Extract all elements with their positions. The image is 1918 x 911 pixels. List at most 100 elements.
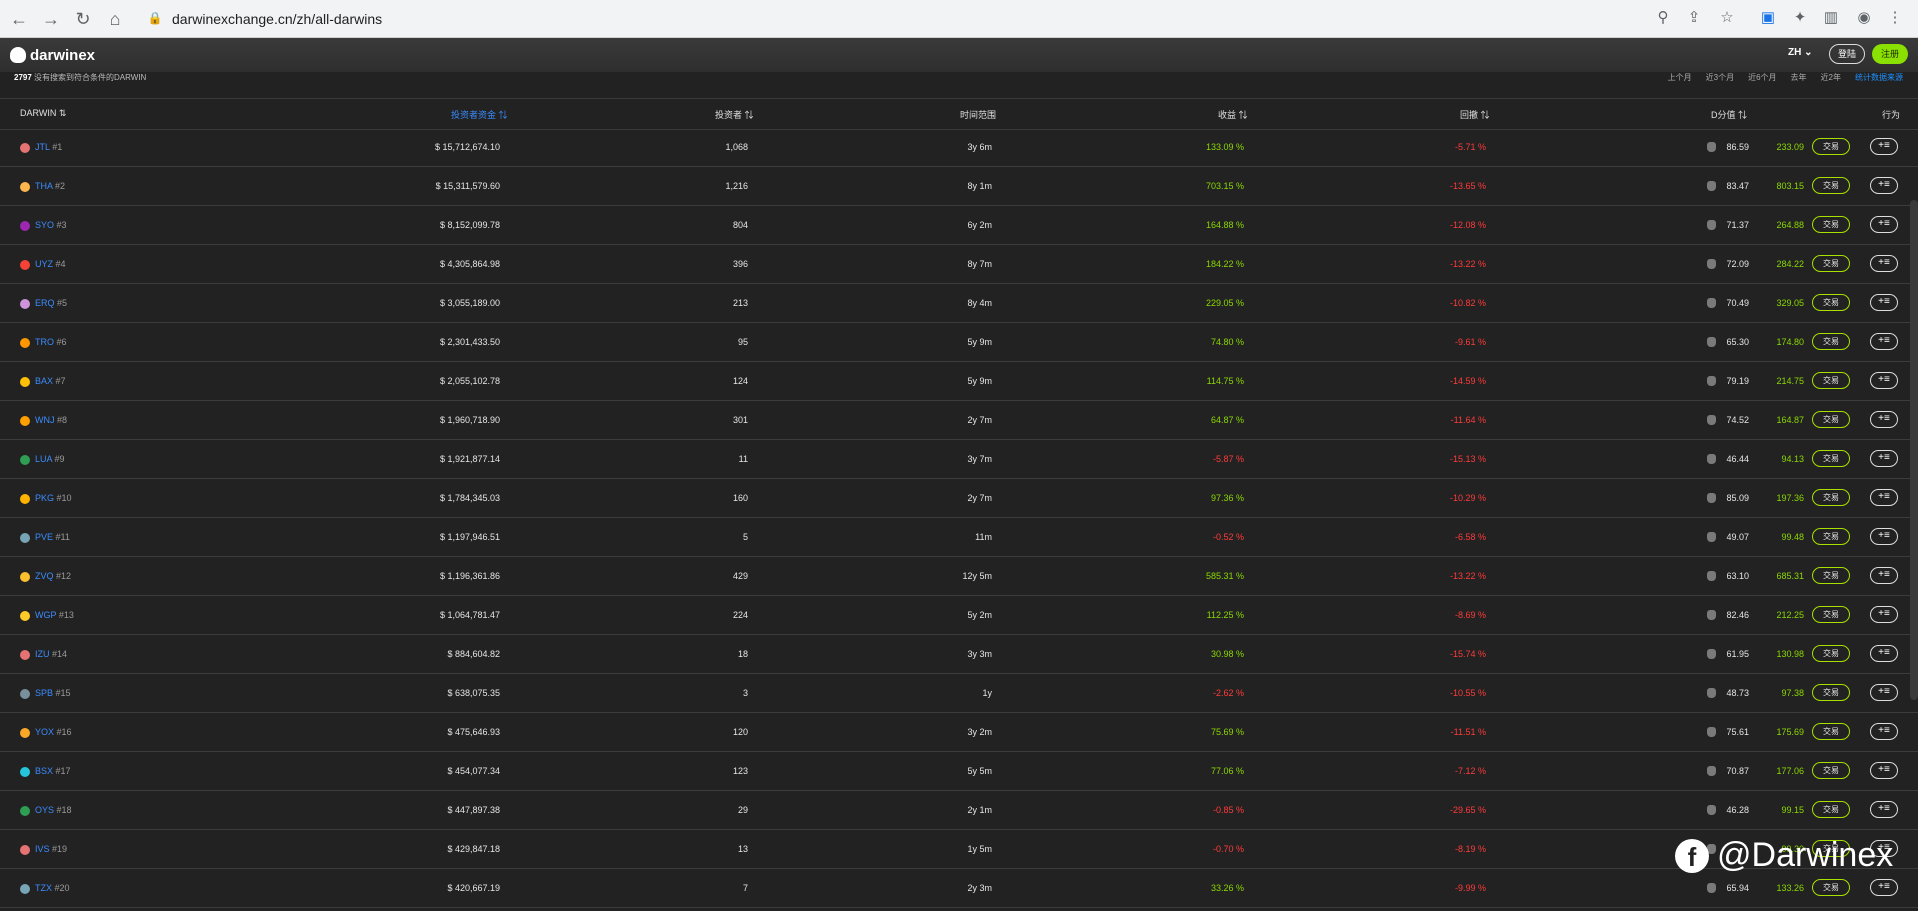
add-to-list-button[interactable]: +≡ [1870, 684, 1898, 701]
add-to-list-button[interactable]: +≡ [1870, 216, 1898, 233]
trade-button[interactable]: 交易 [1812, 294, 1850, 311]
add-to-list-button[interactable]: +≡ [1870, 528, 1898, 545]
trade-button[interactable]: 交易 [1812, 879, 1850, 896]
darwin-name-link[interactable]: JTL #1 [35, 142, 62, 152]
scrollbar[interactable] [1910, 200, 1918, 700]
table-row[interactable]: IVS #19 $ 429,847.18 13 1y 5m -0.70 % -8.19 %… [0, 830, 1918, 869]
add-to-list-button[interactable]: +≡ [1870, 333, 1898, 350]
col-capital[interactable]: 投资者资金 ⇅ [451, 108, 508, 121]
add-to-list-button[interactable]: +≡ [1870, 372, 1898, 389]
darwin-name-link[interactable]: SPB #15 [35, 688, 71, 698]
table-row[interactable]: JTL #1 $ 15,712,674.10 1,068 3y 6m 133.09 % -… [0, 128, 1918, 167]
profile-avatar-icon[interactable]: ◉ [1853, 7, 1875, 29]
trade-button[interactable]: 交易 [1812, 684, 1850, 701]
login-button[interactable]: 登陆 [1829, 44, 1865, 64]
trade-button[interactable]: 交易 [1812, 177, 1850, 194]
table-row[interactable]: WNJ #8 $ 1,960,718.90 301 2y 7m 64.87 % -11.6… [0, 401, 1918, 440]
table-row[interactable]: TRO #6 $ 2,301,433.50 95 5y 9m 74.80 % -9.61 … [0, 323, 1918, 362]
add-to-list-button[interactable]: +≡ [1870, 879, 1898, 896]
table-row[interactable]: PVE #11 $ 1,197,946.51 5 11m -0.52 % -6.58 % 4… [0, 518, 1918, 557]
forward-icon[interactable]: → [38, 6, 64, 32]
trade-button[interactable]: 交易 [1812, 489, 1850, 506]
period-last-year[interactable]: 去年 [1791, 72, 1807, 83]
add-to-list-button[interactable]: +≡ [1870, 177, 1898, 194]
add-to-list-button[interactable]: +≡ [1870, 645, 1898, 662]
stats-source-link[interactable]: 统计数据来源 [1855, 72, 1903, 83]
trade-button[interactable]: 交易 [1812, 723, 1850, 740]
table-row[interactable]: SPB #15 $ 638,075.35 3 1y -2.62 % -10.55 % 48.… [0, 674, 1918, 713]
add-to-list-button[interactable]: +≡ [1870, 762, 1898, 779]
trade-button[interactable]: 交易 [1812, 762, 1850, 779]
period-3-months[interactable]: 近3个月 [1706, 72, 1734, 83]
col-investors[interactable]: 投资者 ⇅ [715, 108, 754, 121]
table-row[interactable]: ERQ #5 $ 3,055,189.00 213 8y 4m 229.05 % -10.… [0, 284, 1918, 323]
language-selector[interactable]: ZH ⌄ [1788, 47, 1813, 58]
darwin-name-link[interactable]: WNJ #8 [35, 415, 67, 425]
trade-button[interactable]: 交易 [1812, 216, 1850, 233]
table-row[interactable]: LUA #9 $ 1,921,877.14 11 3y 7m -5.87 % -15.13… [0, 440, 1918, 479]
darwin-name-link[interactable]: UYZ #4 [35, 259, 66, 269]
add-to-list-button[interactable]: +≡ [1870, 606, 1898, 623]
add-to-list-button[interactable]: +≡ [1870, 255, 1898, 272]
trade-button[interactable]: 交易 [1812, 645, 1850, 662]
col-dscore[interactable]: D分值 ⇅ [1711, 108, 1747, 121]
darwin-name-link[interactable]: ZVQ #12 [35, 571, 71, 581]
trade-button[interactable]: 交易 [1812, 411, 1850, 428]
home-icon[interactable]: ⌂ [102, 6, 128, 32]
darwin-name-link[interactable]: IVS #19 [35, 844, 67, 854]
table-row[interactable]: TZX #20 $ 420,667.19 7 2y 3m 33.26 % -9.99 % 6… [0, 869, 1918, 908]
darwin-name-link[interactable]: THA #2 [35, 181, 65, 191]
add-to-list-button[interactable]: +≡ [1870, 294, 1898, 311]
period-2-years[interactable]: 近2年 [1821, 72, 1841, 83]
add-to-list-button[interactable]: +≡ [1870, 450, 1898, 467]
add-to-list-button[interactable]: +≡ [1870, 411, 1898, 428]
darwin-name-link[interactable]: BAX #7 [35, 376, 66, 386]
back-icon[interactable]: ← [6, 6, 32, 32]
table-row[interactable]: BSX #17 $ 454,077.34 123 5y 5m 77.06 % -7.12 … [0, 752, 1918, 791]
reload-icon[interactable]: ↻ [70, 6, 96, 32]
darwin-name-link[interactable]: ERQ #5 [35, 298, 67, 308]
zoom-icon[interactable]: ⚲ [1652, 7, 1674, 29]
add-to-list-button[interactable]: +≡ [1870, 723, 1898, 740]
darwinex-logo[interactable]: darwinex [10, 45, 95, 65]
trade-button[interactable]: 交易 [1812, 606, 1850, 623]
table-row[interactable]: BAX #7 $ 2,055,102.78 124 5y 9m 114.75 % -14.… [0, 362, 1918, 401]
url-text[interactable]: darwinexchange.cn/zh/all-darwins [172, 11, 382, 27]
table-row[interactable]: YOX #16 $ 475,646.93 120 3y 2m 75.69 % -11.51… [0, 713, 1918, 752]
darwin-name-link[interactable]: LUA #9 [35, 454, 65, 464]
add-to-list-button[interactable]: +≡ [1870, 801, 1898, 818]
trade-button[interactable]: 交易 [1812, 255, 1850, 272]
trade-button[interactable]: 交易 [1812, 372, 1850, 389]
table-row[interactable]: ZVQ #12 $ 1,196,361.86 429 12y 5m 585.31 % -1… [0, 557, 1918, 596]
signup-button[interactable]: 注册 [1872, 44, 1908, 64]
trade-button[interactable]: 交易 [1812, 333, 1850, 350]
darwin-name-link[interactable]: PKG #10 [35, 493, 72, 503]
darwin-name-link[interactable]: TRO #6 [35, 337, 67, 347]
table-row[interactable]: PKG #10 $ 1,784,345.03 160 2y 7m 97.36 % -10.… [0, 479, 1918, 518]
share-icon[interactable]: ⇪ [1683, 7, 1705, 29]
translate-icon[interactable]: ▣ [1757, 7, 1779, 29]
darwin-name-link[interactable]: TZX #20 [35, 883, 70, 893]
add-to-list-button[interactable]: +≡ [1870, 138, 1898, 155]
darwin-name-link[interactable]: IZU #14 [35, 649, 67, 659]
col-return[interactable]: 收益 ⇅ [1218, 108, 1248, 121]
sidepanel-icon[interactable]: ▥ [1820, 7, 1842, 29]
table-row[interactable]: THA #2 $ 15,311,579.60 1,216 8y 1m 703.15 % -… [0, 167, 1918, 206]
darwin-name-link[interactable]: WGP #13 [35, 610, 74, 620]
table-row[interactable]: WGP #13 $ 1,064,781.47 224 5y 2m 112.25 % -8.… [0, 596, 1918, 635]
menu-kebab-icon[interactable]: ⋮ [1884, 7, 1906, 29]
add-to-list-button[interactable]: +≡ [1870, 489, 1898, 506]
trade-button[interactable]: 交易 [1812, 801, 1850, 818]
period-last-month[interactable]: 上个月 [1668, 72, 1692, 83]
extensions-icon[interactable]: ✦ [1789, 7, 1811, 29]
table-row[interactable]: SYO #3 $ 8,152,099.78 804 6y 2m 164.88 % -12.… [0, 206, 1918, 245]
darwin-name-link[interactable]: YOX #16 [35, 727, 72, 737]
table-row[interactable]: UYZ #4 $ 4,305,864.98 396 8y 7m 184.22 % -13.… [0, 245, 1918, 284]
trade-button[interactable]: 交易 [1812, 567, 1850, 584]
darwin-name-link[interactable]: BSX #17 [35, 766, 71, 776]
bookmark-star-icon[interactable]: ☆ [1716, 7, 1738, 29]
table-row[interactable]: IZU #14 $ 884,604.82 18 3y 3m 30.98 % -15.74 … [0, 635, 1918, 674]
trade-button[interactable]: 交易 [1812, 528, 1850, 545]
address-bar[interactable]: 🔒 darwinexchange.cn/zh/all-darwins [140, 5, 1680, 32]
col-darwin[interactable]: DARWIN ⇅ [20, 108, 66, 119]
